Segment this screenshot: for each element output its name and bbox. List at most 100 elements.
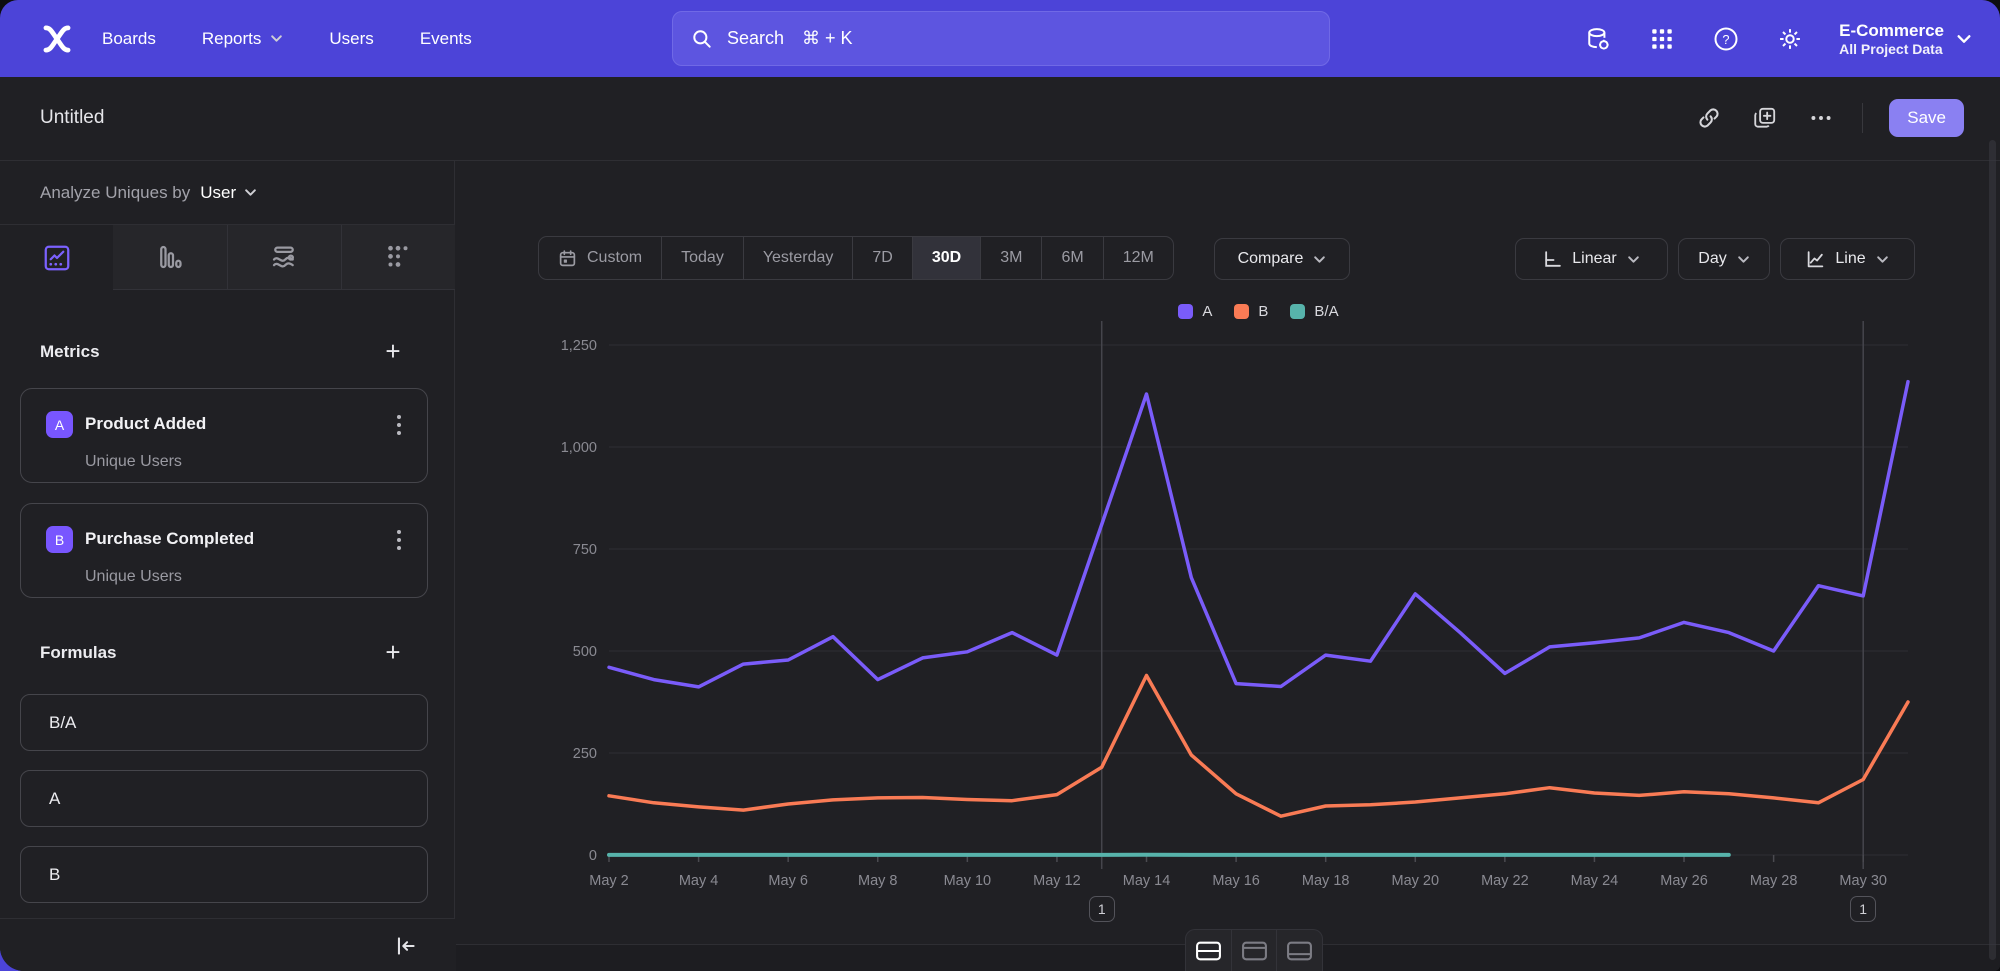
x-axis-label: May 22 xyxy=(1481,873,1529,889)
chart-type-tabs xyxy=(0,225,455,290)
apps-grid-icon[interactable] xyxy=(1647,24,1677,54)
date-range-3m[interactable]: 3M xyxy=(980,237,1041,279)
scale-dropdown[interactable]: Linear xyxy=(1515,238,1668,280)
y-axis-label: 1,250 xyxy=(561,338,597,354)
date-range-6m[interactable]: 6M xyxy=(1041,237,1102,279)
layout-toggle-chart-top-view[interactable] xyxy=(1231,930,1277,971)
legend-label: B/A xyxy=(1314,303,1338,320)
legend-item-b[interactable]: B xyxy=(1234,303,1268,320)
x-axis-label: May 20 xyxy=(1391,873,1439,889)
formula-label: B/A xyxy=(49,713,76,733)
report-header: Untitled xyxy=(0,77,2000,161)
x-axis-label: May 28 xyxy=(1750,873,1798,889)
nav-item-reports[interactable]: Reports xyxy=(202,29,284,49)
add-metric-button[interactable]: + xyxy=(380,339,406,365)
metric-measure[interactable]: Unique Users xyxy=(85,453,182,471)
tab-bar-chart[interactable] xyxy=(113,225,226,290)
scrollbar[interactable] xyxy=(1989,140,1996,960)
formula-label: A xyxy=(49,789,60,809)
project-switcher[interactable]: E-Commerce All Project Data xyxy=(1839,20,1972,57)
tab-metrics-grid[interactable] xyxy=(341,225,455,290)
collapse-sidebar-icon[interactable] xyxy=(393,933,419,959)
metric-name: Purchase Completed xyxy=(85,529,254,549)
duplicate-icon[interactable] xyxy=(1750,103,1780,133)
chart-hover-area[interactable] xyxy=(609,345,1908,855)
stage: Boards Reports Users Events Search ⌘ + K xyxy=(0,0,2000,971)
metric-options-icon[interactable] xyxy=(393,411,405,439)
formula-card[interactable]: A xyxy=(20,770,428,827)
analyze-row: Analyze Uniques by User xyxy=(0,161,454,225)
top-nav: Boards Reports Users Events Search ⌘ + K xyxy=(0,0,2000,77)
report-title[interactable]: Untitled xyxy=(40,107,104,129)
date-range-label: 7D xyxy=(872,249,892,267)
annotation-marker[interactable]: 1 xyxy=(1850,896,1876,922)
analyze-label: Analyze Uniques by xyxy=(40,183,190,203)
search-placeholder: Search xyxy=(727,28,784,49)
metric-options-icon[interactable] xyxy=(393,526,405,554)
save-button[interactable]: Save xyxy=(1889,99,1964,137)
chevron-down-icon xyxy=(244,186,257,199)
nav-item-users[interactable]: Users xyxy=(329,29,373,49)
formula-card[interactable]: B/A xyxy=(20,694,428,751)
nav-item-events[interactable]: Events xyxy=(420,29,472,49)
date-range-label: Yesterday xyxy=(763,249,834,267)
interval-dropdown[interactable]: Day xyxy=(1678,238,1770,280)
more-options-icon[interactable] xyxy=(1806,103,1836,133)
search-shortcut: ⌘ + K xyxy=(802,28,853,49)
date-range-label: 12M xyxy=(1123,249,1154,267)
settings-gear-icon[interactable] xyxy=(1775,24,1805,54)
chart-style-dropdown[interactable]: Line xyxy=(1780,238,1915,280)
metrics-heading: Metrics xyxy=(40,342,100,362)
layout-toggle-chart-bottom-view[interactable] xyxy=(1276,930,1322,971)
copy-link-icon[interactable] xyxy=(1694,103,1724,133)
date-range-label: Custom xyxy=(587,249,642,267)
nav-right: ? E-Commerce All Project Data xyxy=(1583,0,2000,77)
date-range-custom[interactable]: Custom xyxy=(539,237,661,279)
legend-swatch xyxy=(1234,304,1249,319)
formula-label: B xyxy=(49,865,60,885)
legend-item-a[interactable]: A xyxy=(1178,303,1212,320)
search-icon xyxy=(691,28,713,50)
date-range-today[interactable]: Today xyxy=(661,237,743,279)
date-range-yesterday[interactable]: Yesterday xyxy=(743,237,853,279)
analyze-by-dropdown[interactable]: User xyxy=(200,183,257,203)
date-range-label: 3M xyxy=(1000,249,1022,267)
nav-item-label: Boards xyxy=(102,29,156,49)
help-icon[interactable]: ? xyxy=(1711,24,1741,54)
mixpanel-logo-icon[interactable] xyxy=(38,20,76,58)
metric-name: Product Added xyxy=(85,414,206,434)
search-input[interactable]: Search ⌘ + K xyxy=(672,11,1330,66)
compare-dropdown[interactable]: Compare xyxy=(1214,238,1350,280)
x-axis-label: May 12 xyxy=(1033,873,1081,889)
date-range-12m[interactable]: 12M xyxy=(1103,237,1173,279)
chart-legend: A B B/A xyxy=(609,303,1908,320)
metric-card-a[interactable]: AProduct AddedUnique Users xyxy=(20,388,428,483)
x-axis-label: May 16 xyxy=(1212,873,1260,889)
nav-item-boards[interactable]: Boards xyxy=(102,29,156,49)
date-range-7d[interactable]: 7D xyxy=(852,237,911,279)
query-sidebar: Analyze Uniques by User xyxy=(0,161,455,971)
formula-card[interactable]: B xyxy=(20,846,428,903)
y-axis-label: 250 xyxy=(573,746,597,762)
tab-line-chart[interactable] xyxy=(0,225,113,290)
y-axis-label: 1,000 xyxy=(561,440,597,456)
layout-toggle-split-view[interactable] xyxy=(1186,930,1231,971)
nav-item-label: Events xyxy=(420,29,472,49)
date-range-30d[interactable]: 30D xyxy=(912,237,980,279)
chevron-down-icon xyxy=(1737,253,1750,266)
legend-label: B xyxy=(1258,303,1268,320)
divider xyxy=(1862,103,1863,133)
x-axis-label: May 24 xyxy=(1571,873,1619,889)
annotation-marker[interactable]: 1 xyxy=(1089,896,1115,922)
data-management-icon[interactable] xyxy=(1583,24,1613,54)
x-axis-label: May 14 xyxy=(1123,873,1171,889)
x-axis-label: May 26 xyxy=(1660,873,1708,889)
tab-flow-chart[interactable] xyxy=(227,225,341,290)
legend-item-b-a[interactable]: B/A xyxy=(1290,303,1338,320)
x-axis-label: May 4 xyxy=(679,873,719,889)
date-range-label: 6M xyxy=(1061,249,1083,267)
add-formula-button[interactable]: + xyxy=(380,640,406,666)
metric-card-b[interactable]: BPurchase CompletedUnique Users xyxy=(20,503,428,598)
metric-measure[interactable]: Unique Users xyxy=(85,568,182,586)
nav-item-label: Reports xyxy=(202,29,262,49)
